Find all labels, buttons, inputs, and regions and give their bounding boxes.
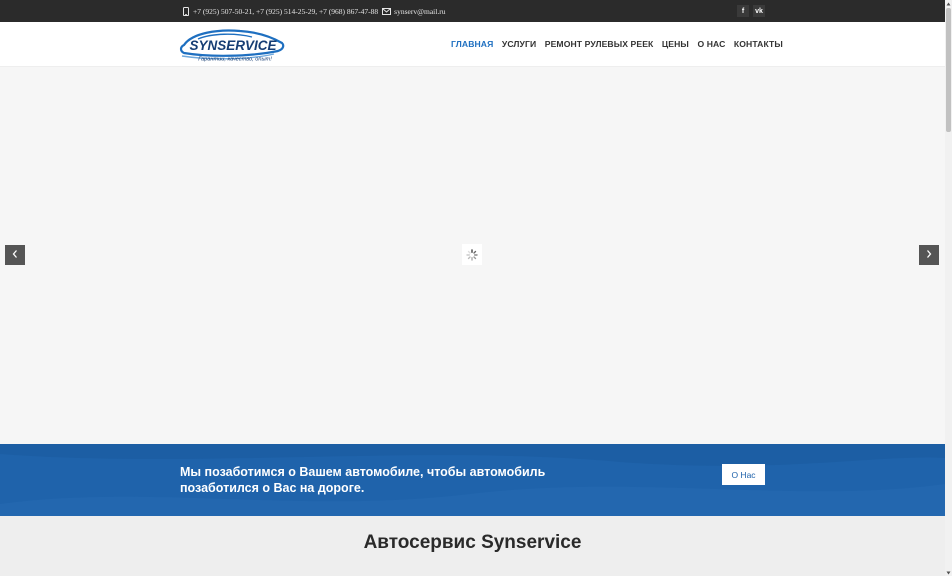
chevron-right-icon — [925, 246, 933, 264]
banner-tagline: Мы позаботимся о Вашем автомобиле, чтобы… — [180, 465, 546, 495]
scrollbar-thumb[interactable] — [946, 8, 951, 132]
social-links: f vk — [737, 5, 765, 17]
contact-info: +7 (925) 507-50-21, +7 (925) 514-25-29, … — [181, 0, 445, 22]
site-logo[interactable]: SYNSERVICE Гарантии, качество, опыт! — [178, 27, 288, 63]
nav-item-steering-rack-repair[interactable]: РЕМОНТ РУЛЕВЫХ РЕЕК — [545, 39, 654, 49]
about-us-button[interactable]: О Нас — [722, 464, 765, 485]
phone-numbers[interactable]: +7 (925) 507-50-21, +7 (925) 514-25-29, … — [193, 7, 378, 16]
nav-item-about[interactable]: О НАС — [697, 39, 725, 49]
nav-item-contacts[interactable]: КОНТАКТЫ — [734, 39, 783, 49]
logo-wordmark: SYNSERVICE — [189, 38, 277, 53]
slider-prev-button[interactable] — [5, 245, 25, 265]
loading-spinner-icon — [462, 244, 482, 265]
call-to-action-banner: Мы позаботимся о Вашем автомобиле, чтобы… — [0, 444, 945, 516]
main-nav: ГЛАВНАЯ УСЛУГИ РЕМОНТ РУЛЕВЫХ РЕЕК ЦЕНЫ … — [451, 22, 791, 66]
slider-next-button[interactable] — [919, 245, 939, 265]
section-title: Автосервис Synservice — [363, 532, 582, 553]
page: +7 (925) 507-50-21, +7 (925) 514-25-29, … — [0, 0, 952, 576]
nav-item-home[interactable]: ГЛАВНАЯ — [451, 39, 493, 49]
chevron-left-icon — [11, 246, 19, 264]
site-header: SYNSERVICE Гарантии, качество, опыт! ГЛА… — [0, 22, 945, 67]
hero-slider[interactable] — [0, 67, 945, 444]
scroll-up-icon[interactable] — [945, 0, 952, 7]
facebook-icon[interactable]: f — [737, 5, 749, 17]
vk-icon[interactable]: vk — [753, 5, 765, 17]
intro-section: Автосервис Synservice — [0, 516, 945, 576]
nav-item-services[interactable]: УСЛУГИ — [502, 39, 536, 49]
page-scrollbar[interactable] — [945, 0, 952, 576]
scroll-down-icon[interactable] — [945, 569, 952, 576]
phone-icon — [181, 6, 190, 16]
logo-slogan: Гарантии, качество, опыт! — [198, 57, 272, 63]
top-bar: +7 (925) 507-50-21, +7 (925) 514-25-29, … — [0, 0, 945, 22]
envelope-icon — [382, 7, 392, 16]
nav-item-prices[interactable]: ЦЕНЫ — [662, 39, 689, 49]
email-link[interactable]: synserv@mail.ru — [394, 7, 445, 16]
